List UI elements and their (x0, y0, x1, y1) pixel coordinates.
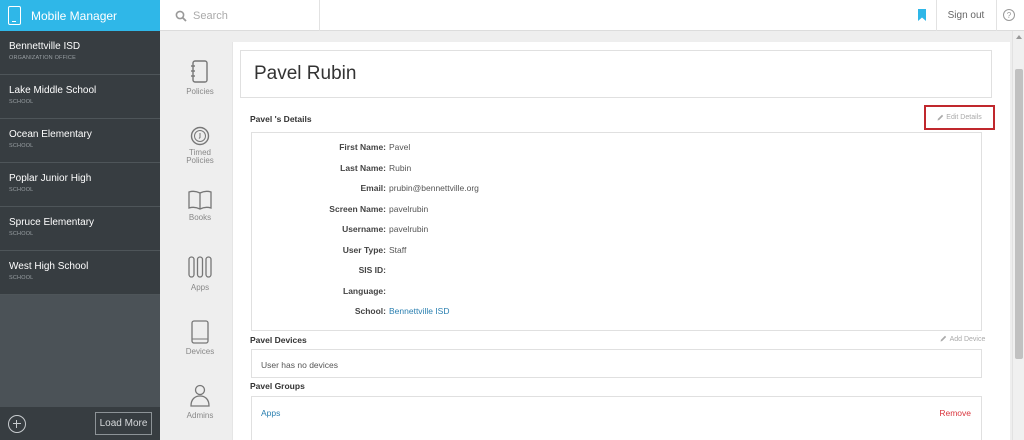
scrollbar-thumb[interactable] (1015, 69, 1023, 359)
app-brand[interactable]: Mobile Manager (0, 0, 160, 31)
rail-label: Admins (186, 411, 214, 420)
detail-label: First Name: (339, 142, 386, 152)
scroll-up-arrow-icon[interactable] (1016, 35, 1022, 39)
add-device-label: Add Device (949, 336, 986, 343)
school-type: SCHOOL (9, 231, 34, 237)
rail-label: Timed Policies (186, 148, 214, 165)
school-name: Lake Middle School (9, 85, 97, 96)
search-box[interactable]: Search (160, 0, 320, 31)
school-type: SCHOOL (9, 275, 34, 281)
school-name: Poplar Junior High (9, 173, 92, 184)
detail-label: Email: (360, 183, 386, 193)
group-link-apps[interactable]: Apps (261, 408, 280, 418)
sidebar-item-lake-middle-school[interactable]: Lake Middle School SCHOOL (0, 75, 160, 119)
detail-value: pavelrubin (389, 224, 429, 234)
rail-label: Devices (185, 347, 215, 356)
app-title: Mobile Manager (31, 8, 118, 23)
groups-box: Apps Remove (251, 396, 982, 440)
rail-item-apps[interactable]: Apps (168, 254, 232, 292)
no-devices-text: User has no devices (261, 360, 339, 370)
school-name: Spruce Elementary (9, 217, 95, 228)
school-type: SCHOOL (9, 143, 34, 149)
school-name: West High School (9, 261, 89, 272)
timer-icon (190, 126, 210, 146)
pencil-icon (937, 114, 944, 121)
rail-item-books[interactable]: Books (168, 190, 232, 222)
load-more-button[interactable]: Load More (95, 412, 152, 435)
pencil-icon (940, 335, 947, 342)
detail-value: Staff (389, 244, 407, 255)
sidebar-item-spruce-elementary[interactable]: Spruce Elementary SCHOOL (0, 207, 160, 251)
page-title: Pavel Rubin (240, 50, 992, 98)
remove-group-button[interactable]: Remove (939, 408, 971, 418)
school-sidebar: Bennettville ISD ORGANIZATION OFFICE Lak… (0, 31, 160, 440)
detail-label: User Type: (342, 244, 386, 255)
add-circle-icon[interactable] (8, 415, 26, 433)
detail-label: School: (354, 306, 386, 316)
sidebar-item-west-high-school[interactable]: West High School SCHOOL (0, 251, 160, 295)
detail-value: pavelrubin (389, 203, 429, 214)
sidebar-item-poplar-junior-high[interactable]: Poplar Junior High SCHOOL (0, 163, 160, 207)
detail-label: SIS ID: (358, 265, 386, 275)
rail-label: Apps (190, 283, 210, 292)
rail-item-policies[interactable]: Policies (168, 60, 232, 96)
detail-label: Last Name: (340, 162, 386, 173)
edit-details-label: Edit Details (946, 114, 982, 121)
rail-label: Books (188, 213, 212, 222)
add-device-button[interactable]: Add Device (940, 335, 985, 343)
detail-value: Pavel (389, 142, 411, 152)
devices-title: Pavel Devices (250, 335, 307, 345)
school-type: SCHOOL (9, 99, 34, 105)
tablet-icon (191, 320, 209, 344)
page-scrollbar[interactable] (1012, 31, 1024, 440)
sidebar-item-ocean-elementary[interactable]: Ocean Elementary SCHOOL (0, 119, 160, 163)
devices-box: User has no devices (251, 349, 982, 378)
apps-icon (188, 256, 212, 278)
divider (996, 0, 997, 31)
top-bar: Search Sign out ? (160, 0, 1024, 31)
sidebar-item-bennettville-isd[interactable]: Bennettville ISD ORGANIZATION OFFICE (0, 31, 160, 75)
school-type: SCHOOL (9, 187, 34, 193)
book-icon (188, 190, 212, 210)
policies-icon (191, 60, 208, 83)
school-type: ORGANIZATION OFFICE (9, 55, 76, 61)
nav-rail: Policies Timed Policies Books Apps Devic… (168, 42, 232, 440)
detail-label: Language: (343, 285, 386, 296)
edit-details-button[interactable]: Edit Details (924, 105, 995, 130)
search-placeholder: Search (193, 9, 228, 22)
details-title: Pavel 's Details (250, 114, 312, 124)
user-icon (190, 384, 210, 407)
groups-title: Pavel Groups (250, 381, 305, 391)
detail-value: Rubin (389, 162, 412, 173)
detail-value: prubin@bennettville.org (389, 183, 479, 193)
mobile-phone-icon (8, 6, 21, 25)
bookmark-icon[interactable] (918, 9, 926, 21)
rail-label: Policies (186, 87, 214, 96)
rail-item-admins[interactable]: Admins (168, 384, 232, 420)
sign-out-button[interactable]: Sign out (936, 0, 996, 31)
user-detail-panel: Pavel Rubin Pavel 's Details Edit Detail… (232, 42, 1010, 440)
school-name: Bennettville ISD (9, 41, 81, 52)
sidebar-footer: Load More (0, 407, 160, 440)
rail-item-timed-policies[interactable]: Timed Policies (168, 126, 232, 165)
school-name: Ocean Elementary (9, 129, 92, 140)
details-box: First Name: Pavel Last Name: Rubin Email… (251, 132, 982, 331)
school-link[interactable]: Bennettville ISD (389, 306, 449, 316)
detail-label: Username: (342, 224, 386, 234)
help-icon[interactable]: ? (1003, 9, 1015, 21)
detail-label: Screen Name: (329, 203, 386, 214)
rail-item-devices[interactable]: Devices (168, 320, 232, 356)
search-icon (175, 10, 187, 22)
